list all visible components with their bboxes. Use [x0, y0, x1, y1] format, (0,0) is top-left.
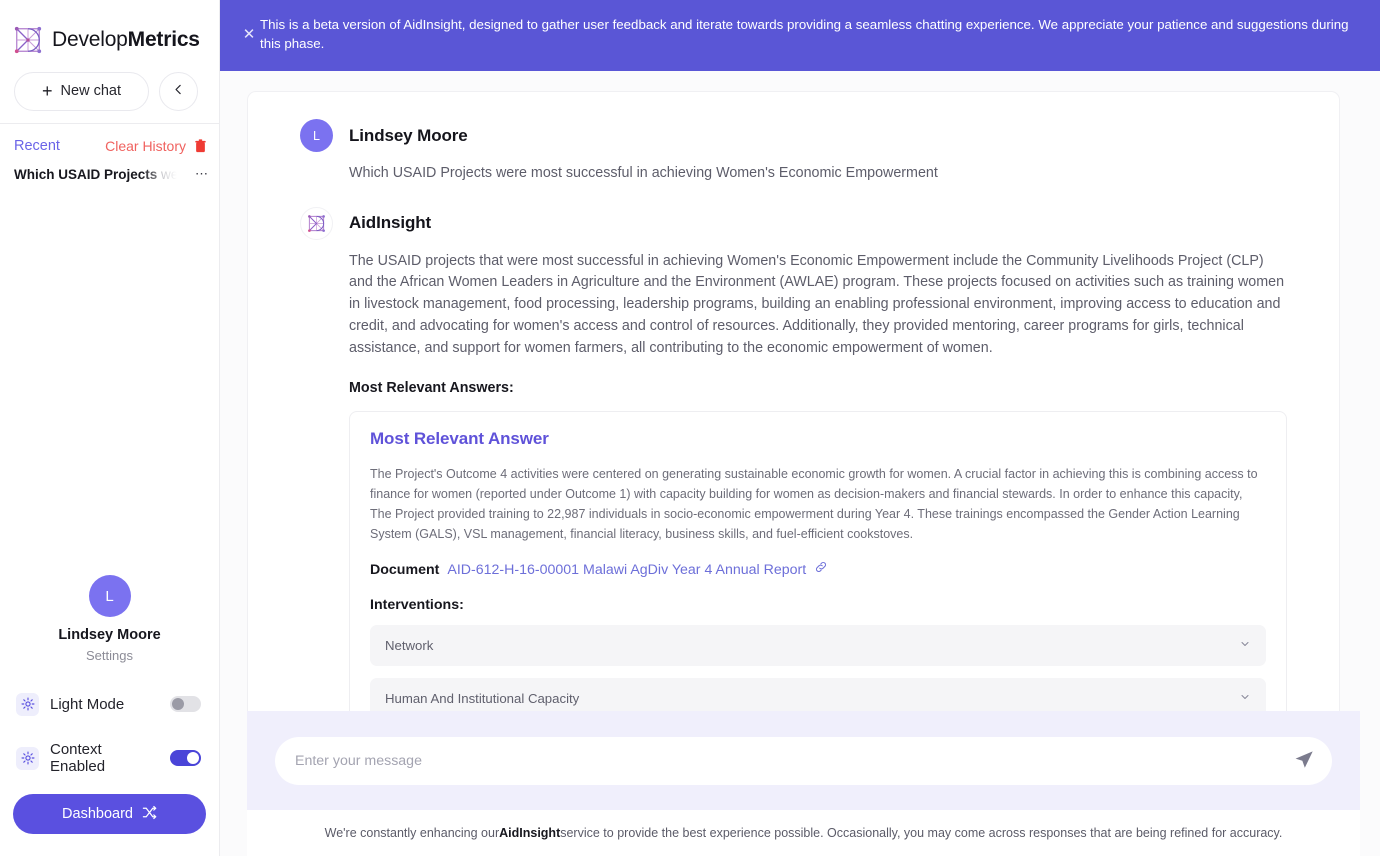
avatar: L — [300, 119, 333, 152]
most-relevant-answers-label: Most Relevant Answers: — [349, 380, 514, 397]
settings-link[interactable]: Settings — [86, 648, 133, 663]
context-enabled-label: Context Enabled — [50, 741, 106, 775]
chevron-left-icon — [172, 83, 185, 99]
document-link[interactable]: AID-612-H-16-00001 Malawi AgDiv Year 4 A… — [447, 562, 806, 578]
light-mode-label: Light Mode — [50, 695, 125, 713]
brand-name-light: Develop — [52, 27, 128, 51]
profile-section: L Lindsey Moore Settings — [0, 575, 219, 669]
footer-prefix: We're constantly enhancing our — [324, 826, 500, 840]
footer-disclaimer: We're constantly enhancing our AidInsigh… — [247, 810, 1360, 856]
accordion-label: Network — [385, 638, 434, 654]
dashboard-label: Dashboard — [62, 806, 133, 822]
bot-message-text: The USAID projects that were most succes… — [349, 252, 1285, 356]
user-message-text: Which USAID Projects were most successfu… — [349, 165, 938, 181]
network-graph-logo-icon — [13, 25, 43, 55]
context-enabled-row: Context Enabled — [0, 739, 219, 777]
user-name: Lindsey Moore — [349, 125, 468, 145]
sidebar-actions: + New chat — [0, 62, 219, 117]
recent-label: Recent — [14, 138, 60, 154]
toggle-knob — [187, 752, 199, 764]
brand: DevelopMetrics — [0, 0, 219, 62]
light-mode-toggle[interactable] — [170, 696, 201, 712]
gear-icon — [16, 692, 39, 716]
toggle-knob — [172, 698, 184, 710]
banner-text: This is a beta version of AidInsight, de… — [260, 16, 1349, 51]
send-button[interactable] — [1293, 748, 1315, 773]
answer-card-title: Most Relevant Answer — [370, 429, 549, 449]
trash-icon[interactable] — [194, 139, 207, 153]
shuffle-icon — [142, 805, 157, 824]
message-input[interactable] — [295, 736, 1280, 785]
bot-name: AidInsight — [349, 213, 432, 233]
composer-dock — [247, 711, 1360, 810]
user-message: L Lindsey Moore Which USAID Projects wer… — [248, 92, 1339, 185]
sidebar: DevelopMetrics + New chat Recent Clear H… — [0, 0, 220, 856]
clear-history-button[interactable]: Clear History — [105, 138, 186, 154]
profile-name: Lindsey Moore — [58, 627, 161, 643]
user-message-header: L Lindsey Moore — [300, 119, 1287, 152]
content-area: L Lindsey Moore Which USAID Projects wer… — [220, 71, 1380, 856]
document-label: Document — [370, 562, 440, 579]
light-mode-row: Light Mode — [0, 685, 219, 723]
plus-icon: + — [42, 81, 53, 101]
composer — [275, 736, 1332, 785]
external-link-icon[interactable] — [814, 560, 828, 577]
chevron-down-icon — [1239, 691, 1251, 706]
history-item-label: Which USAID Projects were — [14, 166, 177, 182]
gear-icon — [16, 746, 39, 770]
chevron-down-icon — [1239, 638, 1251, 653]
context-enabled-toggle[interactable] — [170, 750, 201, 766]
send-paper-plane-icon — [1293, 748, 1315, 773]
footer-suffix: service to provide the best experience p… — [560, 826, 1283, 840]
recent-header: Recent Clear History — [0, 124, 219, 160]
dashboard-button[interactable]: Dashboard — [13, 794, 206, 834]
ellipsis-icon[interactable]: ⋯ — [195, 166, 209, 182]
aidinsight-logo-icon — [300, 206, 333, 240]
accordion-label: Human And Institutional Capacity — [385, 691, 580, 707]
collapse-sidebar-button[interactable] — [159, 71, 198, 111]
interventions-label: Interventions: — [370, 597, 464, 614]
intervention-accordion-network[interactable]: Network — [370, 625, 1266, 667]
avatar[interactable]: L — [88, 575, 131, 617]
document-row: Document AID-612-H-16-00001 Malawi AgDiv… — [370, 560, 1266, 578]
brand-name: DevelopMetrics — [52, 28, 200, 52]
new-chat-label: New chat — [60, 83, 121, 99]
footer-brand: AidInsight — [499, 826, 561, 840]
bot-message: AidInsight The USAID projects that were … — [248, 185, 1339, 397]
answer-card-body: The Project's Outcome 4 activities were … — [370, 467, 1258, 541]
beta-banner: ✕ This is a beta version of AidInsight, … — [220, 0, 1380, 71]
history-item[interactable]: Which USAID Projects were ⋯ — [0, 160, 219, 188]
brand-name-bold: Metrics — [127, 27, 200, 51]
close-icon[interactable]: ✕ — [238, 27, 260, 42]
app-root: DevelopMetrics + New chat Recent Clear H… — [0, 0, 1380, 856]
bot-message-header: AidInsight — [300, 206, 1287, 240]
main-area: ✕ This is a beta version of AidInsight, … — [220, 0, 1380, 856]
new-chat-button[interactable]: + New chat — [14, 71, 149, 111]
